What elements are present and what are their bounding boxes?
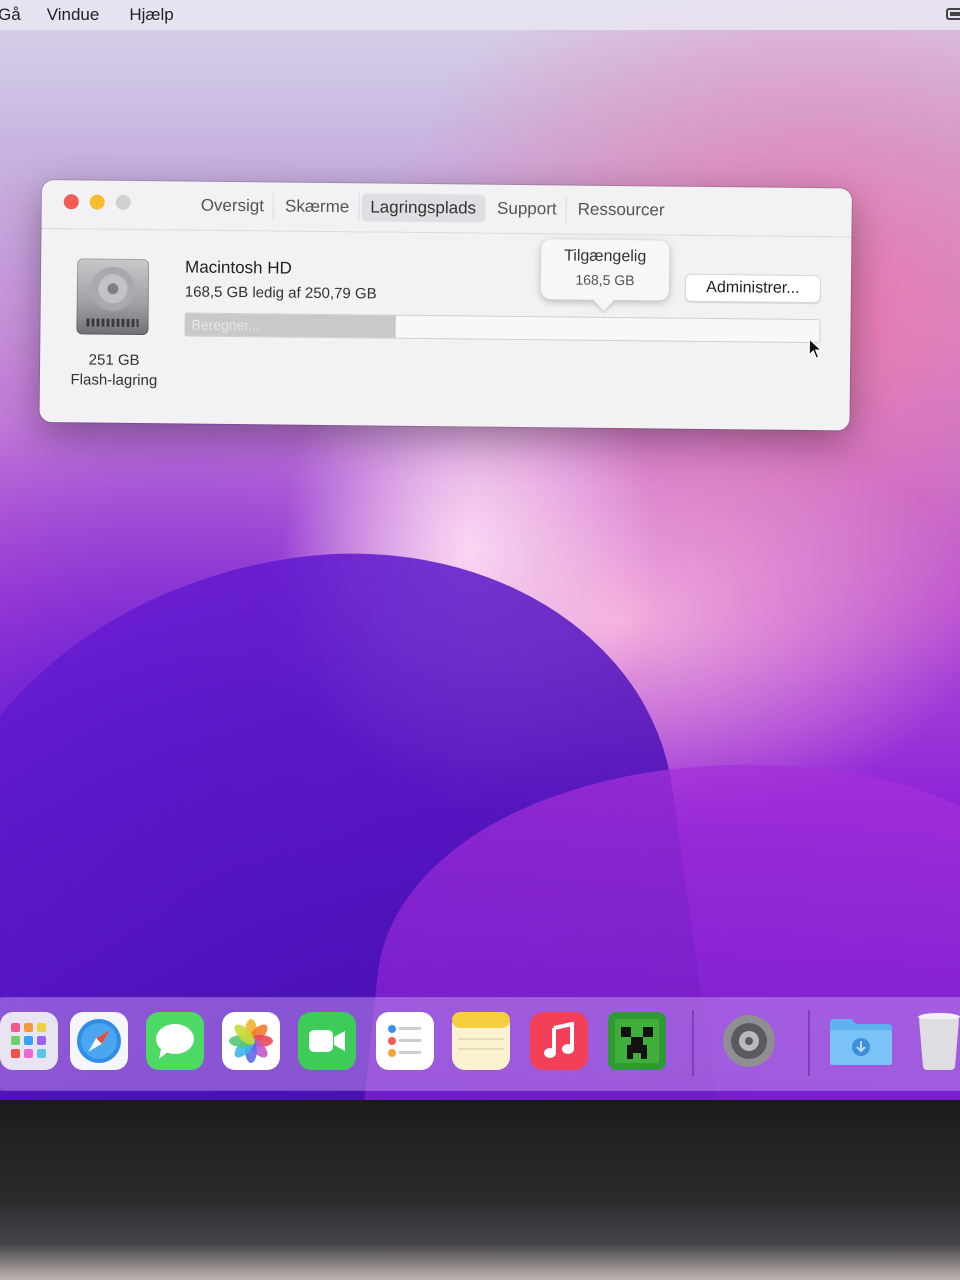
tab-displays[interactable]: Skærme — [275, 192, 360, 222]
tab-support[interactable]: Support — [487, 194, 567, 224]
about-this-mac-window: Oversigt Skærme Lagringsplads Support Re… — [39, 180, 852, 431]
volume-name: Macintosh HD — [184, 257, 292, 278]
dock-separator — [692, 1010, 694, 1076]
launchpad-icon[interactable] — [0, 1012, 58, 1070]
tab-overview[interactable]: Oversigt — [191, 191, 275, 221]
desktop: Gå Vindue Hjælp Oversigt Skærme Lagrings… — [0, 0, 960, 1100]
laptop-bezel — [0, 1100, 960, 1280]
trash-icon[interactable] — [910, 1012, 960, 1070]
menu-bar: Gå Vindue Hjælp — [0, 0, 960, 30]
volume-free-space: 168,5 GB ledig af 250,79 GB — [184, 283, 377, 303]
available-tooltip: Tilgængelig 168,5 GB — [540, 239, 670, 301]
menu-go[interactable]: Gå — [0, 5, 21, 25]
manage-button[interactable]: Administrer... — [684, 273, 822, 304]
menu-help[interactable]: Hjælp — [129, 5, 173, 25]
hard-drive-icon — [76, 258, 150, 336]
zoom-button — [115, 194, 131, 210]
dock-separator — [808, 1010, 810, 1076]
reminders-icon[interactable] — [376, 1012, 434, 1070]
safari-icon[interactable] — [70, 1012, 128, 1070]
window-titlebar[interactable]: Oversigt Skærme Lagringsplads Support Re… — [41, 180, 851, 236]
disk-connector — [86, 318, 139, 328]
disk-capacity: 251 GB — [88, 351, 140, 370]
storage-usage-bar[interactable]: Beregner... — [184, 312, 821, 344]
minimize-button[interactable] — [89, 194, 105, 210]
menu-window[interactable]: Vindue — [47, 5, 100, 25]
photos-icon[interactable] — [222, 1012, 280, 1070]
downloads-folder-icon[interactable] — [828, 1012, 894, 1070]
music-icon[interactable] — [530, 1012, 588, 1070]
close-button[interactable] — [63, 194, 79, 210]
tab-bar: Oversigt Skærme Lagringsplads Support Re… — [191, 191, 676, 225]
tab-resources[interactable]: Ressourcer — [569, 196, 674, 225]
facetime-icon[interactable] — [298, 1012, 356, 1070]
disk-caption: 251 GB Flash-lagring — [44, 350, 184, 391]
minecraft-icon[interactable] — [608, 1012, 666, 1070]
tab-storage[interactable]: Lagringsplads — [361, 193, 487, 223]
tooltip-title: Tilgængelig — [564, 247, 647, 266]
storage-bar-label: Beregner... — [191, 316, 261, 334]
battery-icon[interactable] — [946, 8, 960, 20]
mouse-pointer-icon — [808, 338, 823, 359]
tooltip-value: 168,5 GB — [575, 271, 635, 289]
system-preferences-icon[interactable] — [720, 1012, 778, 1070]
dock — [0, 998, 960, 1090]
notes-icon[interactable] — [452, 1012, 510, 1070]
messages-icon[interactable] — [146, 1012, 204, 1070]
disk-type: Flash-lagring — [70, 371, 158, 390]
disk-platter — [90, 266, 136, 311]
